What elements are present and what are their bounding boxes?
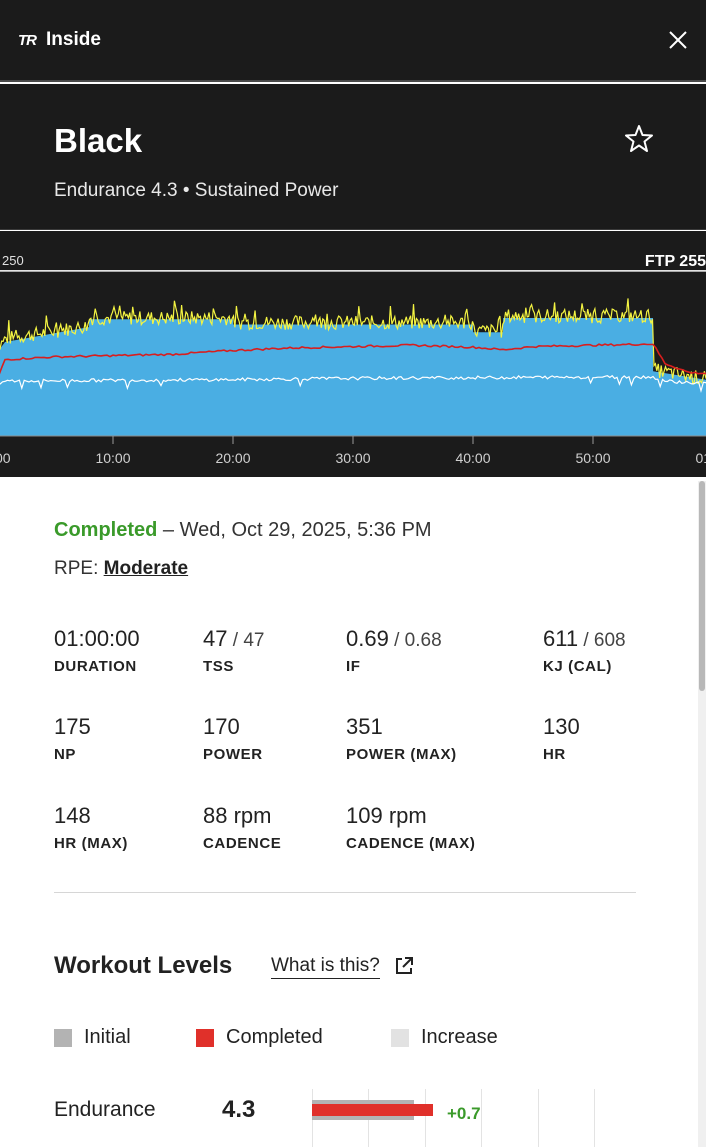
stat-value: 351: [346, 714, 383, 739]
what-is-this-link[interactable]: What is this?: [271, 955, 380, 979]
stat-target: / 0.68: [388, 630, 442, 651]
x-axis-tick-label: 10:00: [95, 450, 130, 466]
stat-value: 611: [543, 626, 579, 651]
stat-target: / 47: [227, 630, 265, 651]
stat-value: 01:00:00: [54, 626, 140, 651]
rpe-value-link[interactable]: Moderate: [104, 558, 188, 579]
stat-value: 170: [203, 714, 240, 739]
workout-chart-svg: 00:00 10:00 20:00 30:00 40:00 50:00 01:00 250 FT…: [0, 253, 706, 466]
completion-date: – Wed, Oct 29, 2025, 5:36 PM: [162, 519, 432, 541]
x-axis-tick-label: 30:00: [335, 450, 370, 466]
stat-label: CADENCE: [203, 835, 282, 852]
stat-value: 47: [203, 626, 228, 651]
level-gridline: [425, 1089, 426, 1147]
stat-value: 175: [54, 714, 91, 739]
stat-label: HR (MAX): [54, 835, 128, 852]
stat-duration: 01:00:00 DURATION: [54, 626, 140, 675]
workout-header: Black Endurance 4.3 • Sustained Power: [0, 84, 706, 230]
level-gridline: [594, 1089, 595, 1147]
favorite-star-icon[interactable]: [624, 124, 654, 154]
rpe-label: RPE:: [54, 558, 99, 579]
stat-label: KJ (CAL): [543, 658, 612, 675]
legend-label: Increase: [421, 1026, 498, 1048]
stat-label: TSS: [203, 658, 234, 675]
stat-cadence: 88 rpm CADENCE: [203, 803, 281, 852]
level-delta: +0.7: [447, 1104, 481, 1123]
workout-title: Black: [54, 122, 143, 159]
x-axis-tick-label: 50:00: [575, 450, 610, 466]
level-gridline: [538, 1089, 539, 1147]
legend-initial: Initial: [54, 1026, 131, 1049]
stat-label: NP: [54, 746, 77, 763]
workout-levels-title: Workout Levels: [54, 952, 233, 979]
level-gridline: [481, 1089, 482, 1147]
close-icon[interactable]: [668, 30, 688, 50]
stat-label: HR: [543, 746, 566, 763]
x-axis-tick-label: 00:00: [0, 450, 11, 466]
stat-kj: 611 / 608 KJ (CAL): [543, 626, 626, 675]
section-divider: [54, 892, 636, 893]
stat-label: CADENCE (MAX): [346, 835, 476, 852]
stat-power: 170 POWER: [203, 714, 263, 763]
level-value: 4.3: [222, 1096, 256, 1123]
stat-value: 148: [54, 803, 91, 828]
completion-status: Completed: [54, 519, 158, 541]
stat-hr: 130 HR: [543, 714, 580, 763]
stat-value: 0.69: [346, 626, 389, 651]
legend-swatch-completed: [196, 1028, 214, 1047]
stat-label: POWER (MAX): [346, 746, 457, 763]
stat-value: 130: [543, 714, 580, 739]
stat-value: 109 rpm: [346, 803, 427, 828]
ftp-label: FTP 255: [645, 253, 706, 270]
brand: TR Inside: [18, 29, 101, 51]
app-title: Inside: [46, 29, 101, 50]
top-bar: TR Inside: [0, 0, 706, 82]
level-bar-completed: [312, 1104, 434, 1116]
stat-if: 0.69 / 0.68 IF: [346, 626, 442, 675]
legend-swatch-increase: [391, 1028, 409, 1047]
stat-label: IF: [346, 658, 361, 675]
stat-label: DURATION: [54, 658, 137, 675]
x-axis-tick-label: 40:00: [455, 450, 490, 466]
legend-increase: Increase: [391, 1026, 498, 1049]
legend-label: Completed: [226, 1026, 323, 1048]
x-axis-tick-label: 01:00: [695, 450, 706, 466]
stat-value: 88 rpm: [203, 803, 272, 828]
y-axis-tick-label: 250: [2, 253, 24, 268]
x-axis-tick-label: 20:00: [215, 450, 250, 466]
rpe-line: RPE: Moderate: [54, 558, 188, 580]
workout-chart: 00:00 10:00 20:00 30:00 40:00 50:00 01:00 250 FT…: [0, 231, 706, 477]
stat-label: POWER: [203, 746, 263, 763]
stat-cadence-max: 109 rpm CADENCE (MAX): [346, 803, 475, 852]
completion-line: Completed – Wed, Oct 29, 2025, 5:36 PM: [54, 519, 432, 542]
workout-subtitle: Endurance 4.3 • Sustained Power: [54, 180, 339, 201]
stat-tss: 47 / 47 TSS: [203, 626, 264, 675]
stat-power-max: 351 POWER (MAX): [346, 714, 457, 763]
external-link-icon[interactable]: [394, 956, 414, 976]
stat-np: 175 NP: [54, 714, 91, 763]
legend-label: Initial: [84, 1026, 131, 1048]
stat-target: / 608: [578, 630, 626, 651]
level-zone-name: Endurance: [54, 1098, 156, 1121]
legend-swatch-initial: [54, 1028, 72, 1047]
stat-hr-max: 148 HR (MAX): [54, 803, 128, 852]
legend-completed: Completed: [196, 1026, 323, 1049]
scrollbar-thumb[interactable]: [699, 481, 705, 691]
tr-logo: TR: [18, 31, 37, 49]
